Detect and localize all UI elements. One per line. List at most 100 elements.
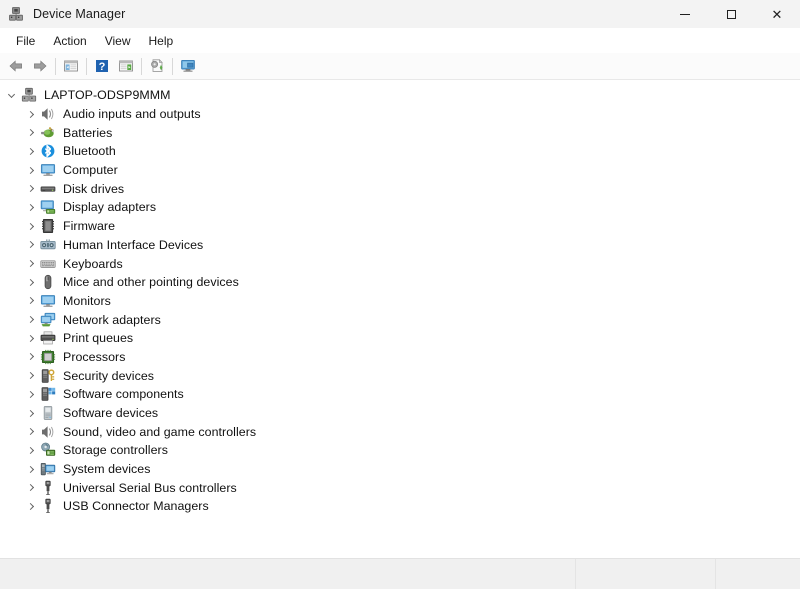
tree-item-system-devices[interactable]: System devices [0, 460, 800, 479]
tree-item-bluetooth[interactable]: Bluetooth [0, 142, 800, 161]
chevron-right-icon[interactable] [23, 334, 38, 342]
menu-view[interactable]: View [96, 31, 140, 51]
chevron-right-icon[interactable] [23, 129, 38, 137]
tree-item-label: Disk drives [63, 181, 125, 196]
chevron-down-icon[interactable] [4, 90, 19, 98]
tree-item-keyboards[interactable]: Keyboards [0, 254, 800, 273]
tree-item-label: USB Connector Managers [63, 499, 209, 514]
status-bar [0, 558, 800, 589]
tree-item-sound-video-and-game-controllers[interactable]: Sound, video and game controllers [0, 422, 800, 441]
tree-item-usb-connector-managers[interactable]: USB Connector Managers [0, 497, 800, 516]
chevron-right-icon[interactable] [23, 465, 38, 473]
printer-icon [40, 330, 56, 346]
chevron-right-icon[interactable] [23, 241, 38, 249]
tree-item-mice-and-other-pointing-devices[interactable]: Mice and other pointing devices [0, 273, 800, 292]
menu-help[interactable]: Help [140, 31, 183, 51]
tree-item-disk-drives[interactable]: Disk drives [0, 179, 800, 198]
tree-root-node[interactable]: LAPTOP-ODSP9MMM [0, 86, 800, 105]
tree-item-batteries[interactable]: Batteries [0, 123, 800, 142]
tree-item-label: Batteries [63, 125, 113, 140]
device-tree[interactable]: LAPTOP-ODSP9MMM Audio inputs and outputs [0, 80, 800, 558]
tree-item-audio-inputs-and-outputs[interactable]: Audio inputs and outputs [0, 105, 800, 124]
forward-arrow-icon [32, 58, 48, 74]
chevron-right-icon[interactable] [23, 110, 38, 118]
properties-button[interactable] [114, 55, 138, 77]
window-controls: ✕ [662, 0, 800, 28]
tree-item-label: Security devices [63, 368, 155, 383]
status-pane-tertiary [715, 559, 800, 589]
title-bar-left: Device Manager [0, 0, 125, 28]
chevron-right-icon[interactable] [23, 428, 38, 436]
tree-item-monitors[interactable]: Monitors [0, 292, 800, 311]
chevron-right-icon[interactable] [23, 147, 38, 155]
tree-item-label: Human Interface Devices [63, 237, 204, 252]
update-driver-icon [149, 58, 165, 74]
tree-item-computer[interactable]: Computer [0, 161, 800, 180]
chevron-right-icon[interactable] [23, 353, 38, 361]
tree-root-label: LAPTOP-ODSP9MMM [44, 88, 171, 103]
tree-item-print-queues[interactable]: Print queues [0, 329, 800, 348]
tree-item-firmware[interactable]: Firmware [0, 217, 800, 236]
update-driver-button[interactable] [145, 55, 169, 77]
tree-item-label: Keyboards [63, 256, 123, 271]
show-hide-console-tree-icon [63, 58, 79, 74]
menu-file[interactable]: File [7, 31, 44, 51]
speaker-icon [40, 424, 56, 440]
tree-item-label: Software components [63, 387, 184, 402]
tree-item-storage-controllers[interactable]: Storage controllers [0, 441, 800, 460]
status-pane-message [0, 559, 575, 589]
chevron-right-icon[interactable] [23, 297, 38, 305]
tree-item-label: Display adapters [63, 200, 157, 215]
tree-item-software-devices[interactable]: Software devices [0, 404, 800, 423]
scan-hardware-icon [180, 58, 196, 74]
toolbar-separator-1 [55, 57, 56, 75]
svg-text:?: ? [99, 61, 106, 73]
processor-icon [40, 349, 56, 365]
show-hide-console-tree-button[interactable] [59, 55, 83, 77]
tree-item-label: Computer [63, 163, 118, 178]
tree-item-display-adapters[interactable]: Display adapters [0, 198, 800, 217]
chevron-right-icon[interactable] [23, 222, 38, 230]
chevron-right-icon[interactable] [23, 259, 38, 268]
toolbar: ? [0, 53, 800, 80]
tree-item-processors[interactable]: Processors [0, 348, 800, 367]
scan-hardware-button[interactable] [176, 55, 200, 77]
monitor-icon [40, 293, 56, 309]
tree-item-label: Mice and other pointing devices [63, 275, 239, 290]
security-key-icon [40, 368, 56, 384]
back-button[interactable] [4, 55, 28, 77]
chevron-right-icon[interactable] [23, 278, 38, 286]
chevron-right-icon[interactable] [23, 390, 38, 398]
toolbar-separator-3 [141, 57, 142, 75]
chevron-right-icon[interactable] [23, 166, 38, 174]
tree-item-label: Storage controllers [63, 443, 168, 458]
chevron-right-icon[interactable] [23, 185, 38, 193]
title-bar: Device Manager ✕ [0, 0, 800, 28]
tree-item-label: Universal Serial Bus controllers [63, 480, 237, 495]
tree-item-security-devices[interactable]: Security devices [0, 366, 800, 385]
window-title: Device Manager [33, 7, 126, 21]
disk-drive-icon [40, 181, 56, 197]
chevron-right-icon[interactable] [23, 484, 38, 492]
network-adapter-icon [40, 312, 56, 328]
help-button[interactable]: ? [90, 55, 114, 77]
maximize-button[interactable] [708, 0, 754, 28]
chevron-right-icon[interactable] [23, 446, 38, 454]
chevron-right-icon[interactable] [23, 409, 38, 417]
forward-button[interactable] [28, 55, 52, 77]
minimize-button[interactable] [662, 0, 708, 28]
tree-item-universal-serial-bus-controllers[interactable]: Universal Serial Bus controllers [0, 478, 800, 497]
display-adapter-icon [40, 199, 56, 215]
minimize-icon [680, 13, 690, 15]
close-button[interactable]: ✕ [754, 0, 800, 28]
software-component-icon [40, 386, 56, 402]
chevron-right-icon[interactable] [23, 316, 38, 324]
menu-action[interactable]: Action [44, 31, 95, 51]
chevron-right-icon[interactable] [23, 203, 38, 212]
tree-item-network-adapters[interactable]: Network adapters [0, 310, 800, 329]
tree-item-software-components[interactable]: Software components [0, 385, 800, 404]
tree-item-human-interface-devices[interactable]: Human Interface Devices [0, 236, 800, 255]
back-arrow-icon [8, 58, 24, 74]
chevron-right-icon[interactable] [23, 502, 38, 511]
chevron-right-icon[interactable] [23, 372, 38, 380]
